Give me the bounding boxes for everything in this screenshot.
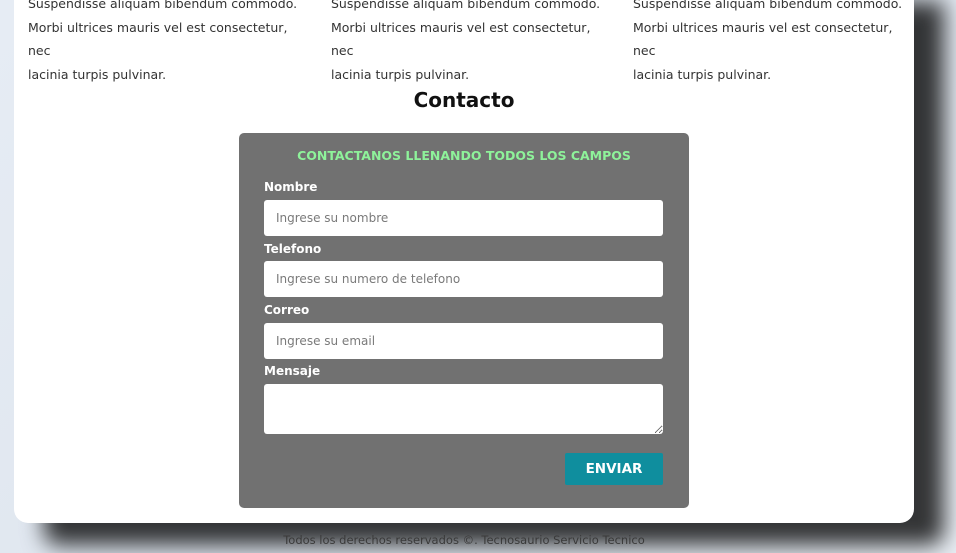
- submit-button[interactable]: ENVIAR: [565, 453, 663, 485]
- info-column-text: Morbi ultrices mauris vel est consectetu…: [633, 19, 893, 59]
- info-column-text: lacinia turpis pulvinar.: [331, 66, 470, 82]
- message-textarea[interactable]: [264, 384, 663, 434]
- email-input[interactable]: [264, 323, 663, 359]
- footer-copyright: Todos los derechos reservados ©. Tecnosa…: [283, 533, 645, 547]
- info-column-1: Suspendisse aliquam bibendum commodo. Mo…: [28, 0, 303, 86]
- info-column-3: Suspendisse aliquam bibendum commodo. Mo…: [633, 0, 908, 86]
- info-column-text: Suspendisse aliquam bibendum commodo.: [633, 0, 903, 11]
- info-column-2: Suspendisse aliquam bibendum commodo. Mo…: [331, 0, 606, 86]
- phone-input[interactable]: [264, 261, 663, 297]
- content-card: Suspendisse aliquam bibendum commodo. Mo…: [14, 0, 914, 523]
- form-heading: CONTACTANOS LLENANDO TODOS LOS CAMPOS: [297, 148, 631, 163]
- message-label: Mensaje: [264, 364, 321, 378]
- info-column-text: lacinia turpis pulvinar.: [28, 66, 167, 82]
- info-column-text: Morbi ultrices mauris vel est consectetu…: [28, 19, 288, 59]
- email-label: Correo: [264, 303, 310, 317]
- phone-label: Telefono: [264, 242, 322, 256]
- info-column-text: lacinia turpis pulvinar.: [633, 66, 772, 82]
- info-column-text: Suspendisse aliquam bibendum commodo.: [331, 0, 601, 11]
- info-column-text: Suspendisse aliquam bibendum commodo.: [28, 0, 298, 11]
- name-input[interactable]: [264, 200, 663, 236]
- name-label: Nombre: [264, 180, 318, 194]
- contact-section-title: Contacto: [413, 88, 515, 112]
- contact-form: CONTACTANOS LLENANDO TODOS LOS CAMPOS No…: [239, 133, 689, 508]
- info-column-text: Morbi ultrices mauris vel est consectetu…: [331, 19, 591, 59]
